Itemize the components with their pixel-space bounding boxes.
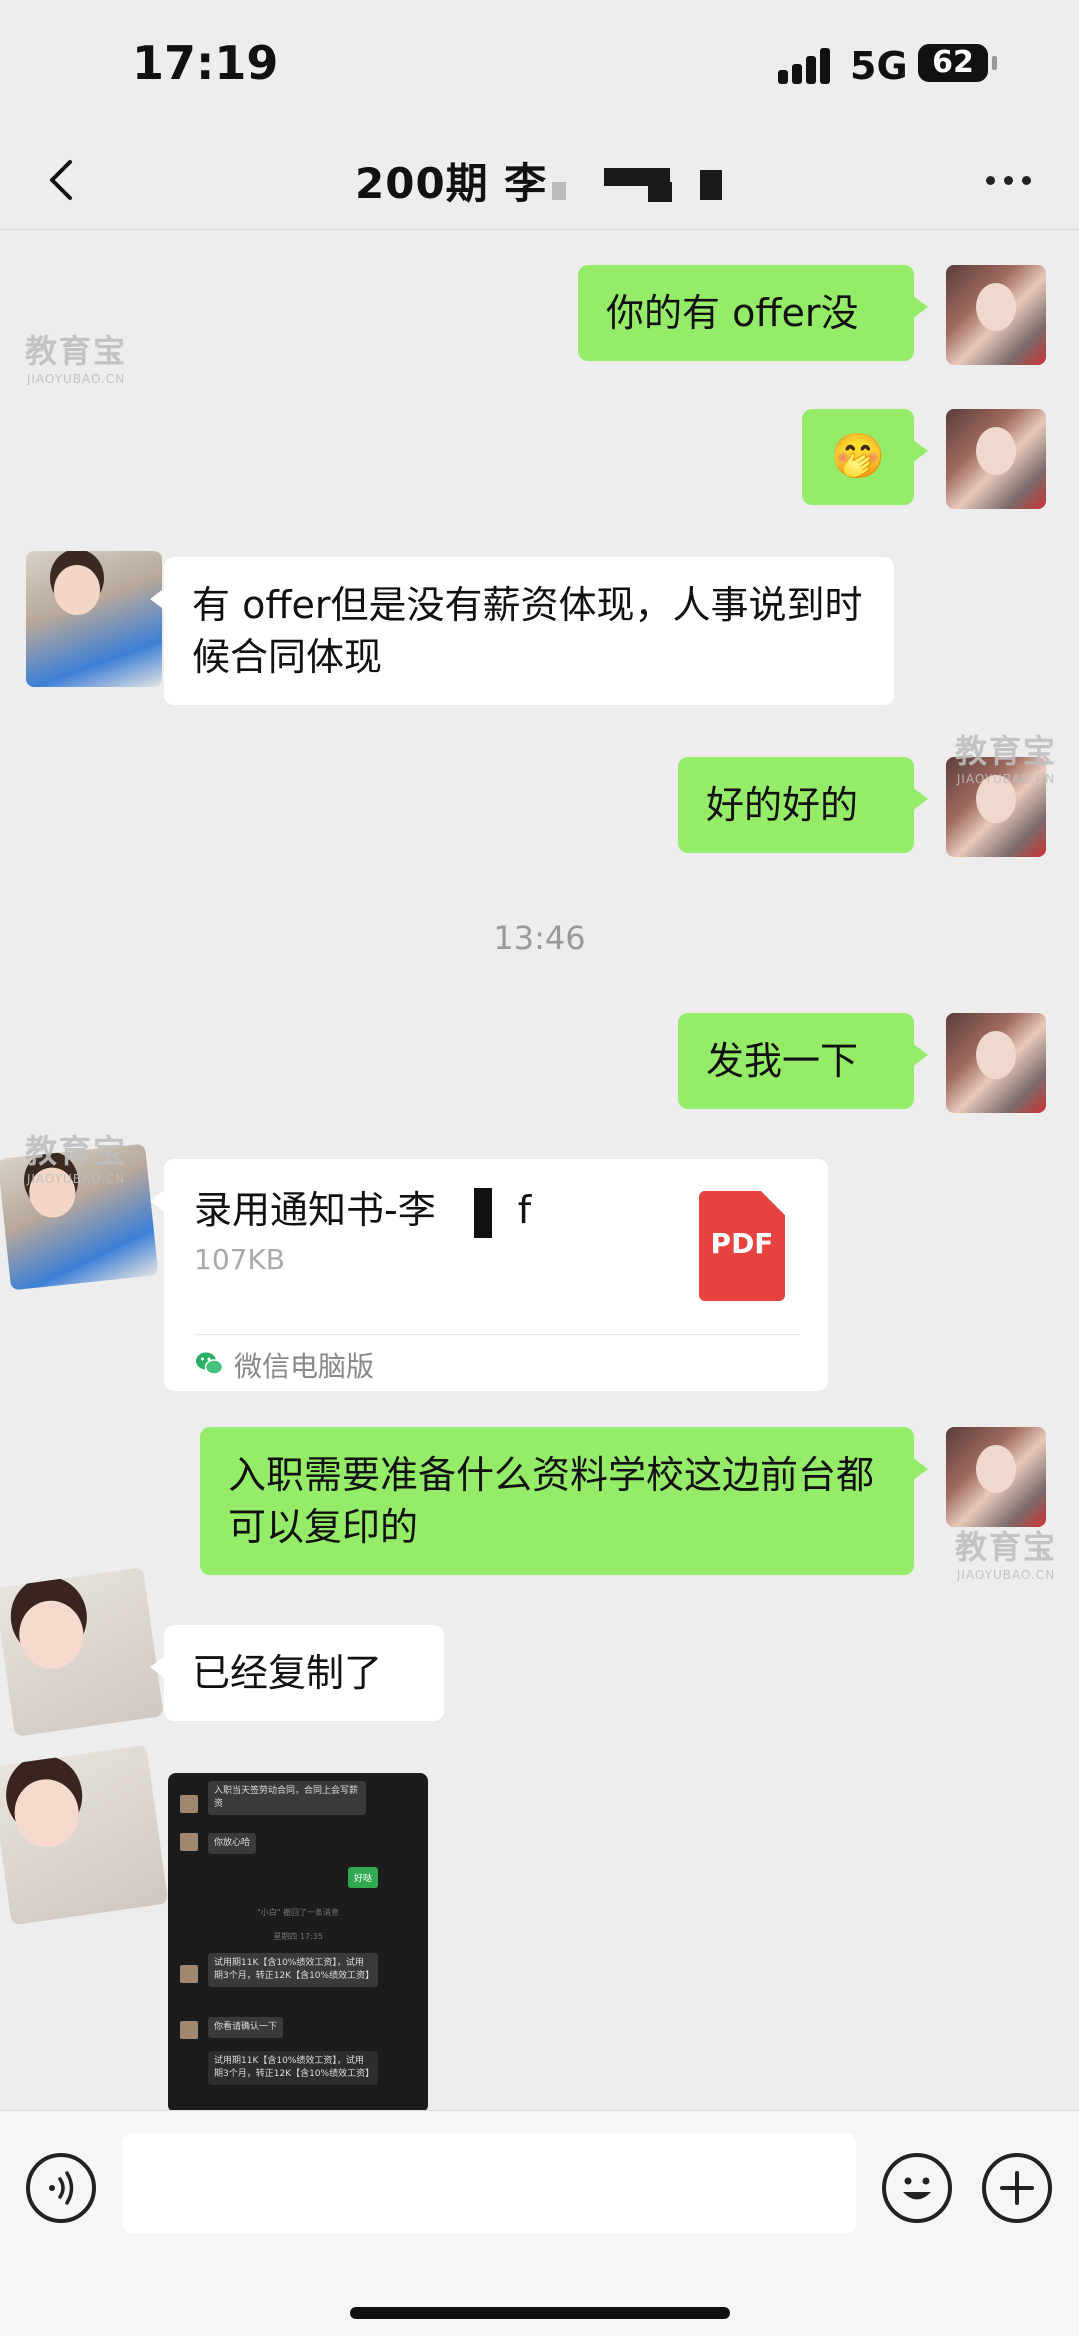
- emoji-button[interactable]: [882, 2153, 952, 2223]
- mini-chat-bubble: 试用期11K【含10%绩效工资】，试用期3个月，转正12K【含10%绩效工资】: [208, 2051, 378, 2085]
- file-ext-text: f: [517, 1188, 532, 1232]
- my-avatar[interactable]: [946, 1427, 1046, 1527]
- file-name: 录用通知书-李 f: [194, 1179, 531, 1238]
- message-input[interactable]: [122, 2133, 856, 2233]
- message-bubble[interactable]: 发我一下: [678, 1013, 928, 1109]
- chat-title: 200期 李: [355, 159, 548, 208]
- watermark-brand: 教育宝: [24, 332, 127, 370]
- smiley-icon: [903, 2177, 931, 2200]
- message-bubble[interactable]: 你的有 offer没: [578, 265, 928, 361]
- file-name-text: 录用通知书-李: [194, 1188, 436, 1232]
- redaction-mark: [648, 182, 672, 202]
- status-bar: 17:19 5G 62: [0, 0, 1079, 130]
- wechat-icon: [196, 1352, 224, 1375]
- divider: [194, 1334, 800, 1335]
- watermark: 教育宝 JIAOYUBAO.CN: [18, 326, 134, 386]
- contact-avatar[interactable]: [0, 1567, 164, 1737]
- mini-chat-bubble: 入职当天签劳动合同，合同上会写薪资: [208, 1781, 366, 1815]
- watermark: 教育宝 JIAOYUBAO.CN: [946, 1522, 1066, 1582]
- contact-avatar[interactable]: [0, 1744, 169, 1926]
- file-size: 107KB: [194, 1243, 286, 1276]
- watermark-url: JIAOYUBAO.CN: [956, 772, 1056, 786]
- watermark-url: JIAOYUBAO.CN: [26, 1172, 126, 1186]
- chat-message-list[interactable]: 你的有 offer没 🤭 有 offer但是没有薪资体现，人事说到时候合同体现 …: [0, 231, 1079, 2111]
- signal-icon: [778, 44, 836, 84]
- message-bubble[interactable]: 已经复制了: [150, 1625, 444, 1721]
- watermark: 教育宝 JIAOYUBAO.CN: [946, 726, 1066, 786]
- message-bubble[interactable]: 好的好的: [678, 757, 928, 853]
- battery-cap: [992, 56, 997, 70]
- network-type: 5G: [850, 44, 908, 88]
- mini-system-text: 星期四 17:35: [273, 1932, 323, 1941]
- message-bubble[interactable]: 🤭: [802, 409, 928, 505]
- redaction-mark: [552, 182, 566, 200]
- input-bar: [0, 2110, 1079, 2336]
- more-functions-button[interactable]: [982, 2153, 1052, 2223]
- mini-chat-bubble: 你看请确认一下: [208, 2017, 284, 2038]
- contact-avatar[interactable]: [26, 551, 162, 687]
- voice-icon: [49, 2171, 74, 2205]
- more-options-icon[interactable]: [980, 166, 1040, 196]
- my-avatar[interactable]: [946, 409, 1046, 509]
- watermark-url: JIAOYUBAO.CN: [956, 1568, 1056, 1582]
- plus-icon: [1000, 2171, 1034, 2205]
- my-avatar[interactable]: [946, 265, 1046, 365]
- redaction-mark: [700, 170, 722, 200]
- status-time: 17:19: [132, 36, 279, 90]
- mini-chat-bubble: 好哒: [348, 1867, 379, 1888]
- message-bubble[interactable]: 入职需要准备什么资料学校这边前台都可以复印的: [200, 1427, 928, 1575]
- back-icon[interactable]: [34, 150, 94, 210]
- file-message-card[interactable]: 录用通知书-李 f 107KB PDF 微信电脑版: [150, 1159, 828, 1391]
- watermark-brand: 教育宝: [954, 732, 1057, 770]
- watermark-brand: 教育宝: [24, 1132, 127, 1170]
- voice-input-button[interactable]: [26, 2153, 96, 2223]
- mini-chat-bubble: 你放心哈: [208, 1833, 257, 1854]
- watermark-url: JIAOYUBAO.CN: [26, 372, 126, 386]
- my-avatar[interactable]: [946, 1013, 1046, 1113]
- message-bubble[interactable]: 有 offer但是没有薪资体现，人事说到时候合同体现: [150, 557, 894, 705]
- nav-bar: 200期 李: [0, 130, 1079, 230]
- watermark-brand: 教育宝: [954, 1528, 1057, 1566]
- mini-system-text: "小白" 撤回了一条消息: [257, 1908, 339, 1917]
- chat-timestamp: 13:46: [493, 919, 586, 957]
- home-indicator: [350, 2307, 730, 2319]
- battery-icon: 62: [918, 44, 988, 82]
- pdf-label: PDF: [710, 1227, 774, 1260]
- watermark: 教育宝 JIAOYUBAO.CN: [18, 1126, 134, 1186]
- mini-chat-bubble: 试用期11K【含10%绩效工资】，试用期3个月，转正12K【含10%绩效工资】: [208, 1953, 378, 1987]
- file-source-label: 微信电脑版: [234, 1350, 375, 1383]
- screenshot-image-message[interactable]: 入职当天签劳动合同，合同上会写薪资 你放心哈 好哒 "小白" 撤回了一条消息 星…: [168, 1773, 428, 2111]
